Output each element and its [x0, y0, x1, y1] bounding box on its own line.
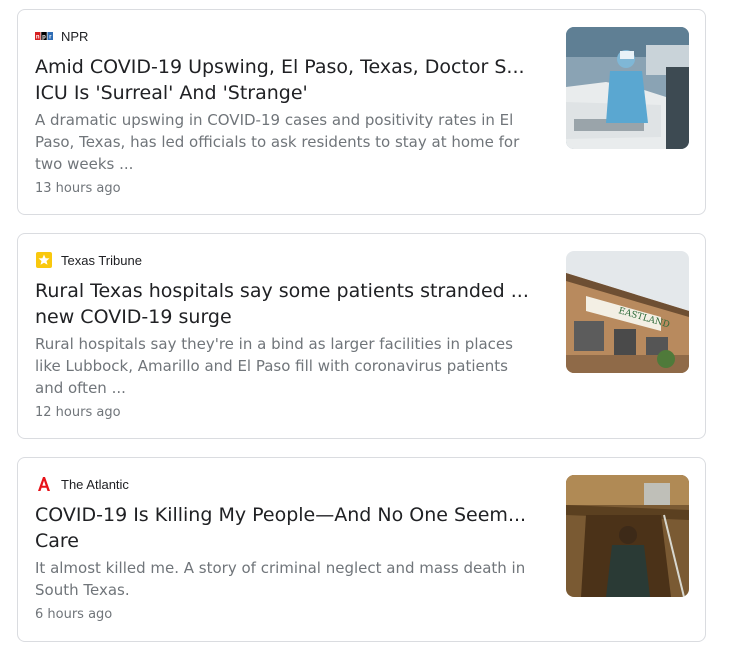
headline-line: Care: [35, 530, 79, 552]
npr-logo-icon: n p r: [35, 28, 53, 44]
svg-text:n: n: [36, 35, 40, 41]
source-row: The Atlantic: [35, 474, 129, 494]
article-thumbnail[interactable]: EASTLAND: [566, 251, 689, 373]
timestamp: 6 hours ago: [35, 607, 113, 622]
atlantic-a-icon: [35, 476, 53, 492]
article-thumbnail[interactable]: [566, 27, 689, 149]
headline-link[interactable]: Amid COVID-19 Upswing, El Paso, Texas, D…: [35, 54, 547, 106]
headline-line: COVID-19 Is Killing My People—And No One…: [35, 504, 527, 526]
article-thumbnail[interactable]: [566, 475, 689, 597]
headline-line: Amid COVID-19 Upswing, El Paso, Texas, D…: [35, 56, 525, 78]
snippet-line: Paso, Texas, has led officials to ask re…: [35, 133, 520, 151]
star-logo-icon: [35, 252, 53, 268]
headline-link[interactable]: COVID-19 Is Killing My People—And No One…: [35, 502, 547, 554]
source-name: NPR: [61, 28, 89, 44]
svg-text:p: p: [42, 35, 46, 41]
article-snippet: It almost killed me. A story of criminal…: [35, 557, 547, 601]
snippet-line: two weeks ...: [35, 155, 134, 173]
snippet-line: Rural hospitals say they're in a bind as…: [35, 335, 513, 353]
timestamp: 13 hours ago: [35, 181, 121, 196]
timestamp: 12 hours ago: [35, 405, 121, 420]
snippet-line: and often ...: [35, 379, 126, 397]
headline-line: Rural Texas hospitals say some patients …: [35, 280, 529, 302]
snippet-line: It almost killed me. A story of criminal…: [35, 559, 526, 577]
source-name: Texas Tribune: [61, 252, 142, 268]
news-card-the-atlantic[interactable]: The Atlantic COVID-19 Is Killing My Peop…: [17, 457, 706, 642]
source-row: n p r NPR: [35, 26, 88, 46]
source-row: Texas Tribune: [35, 250, 142, 270]
article-snippet: A dramatic upswing in COVID-19 cases and…: [35, 109, 547, 175]
headline-line: new COVID-19 surge: [35, 306, 232, 328]
news-card-npr[interactable]: n p r NPR Amid COVID-19 Upswing, El Paso…: [17, 9, 706, 215]
headline-link[interactable]: Rural Texas hospitals say some patients …: [35, 278, 547, 330]
snippet-line: A dramatic upswing in COVID-19 cases and…: [35, 111, 514, 129]
snippet-line: South Texas.: [35, 581, 130, 599]
source-name: The Atlantic: [61, 476, 129, 492]
headline-line: ICU Is 'Surreal' And 'Strange': [35, 82, 308, 104]
snippet-line: like Lubbock, Amarillo and El Paso fill …: [35, 357, 508, 375]
news-card-texas-tribune[interactable]: Texas Tribune Rural Texas hospitals say …: [17, 233, 706, 439]
article-snippet: Rural hospitals say they're in a bind as…: [35, 333, 547, 399]
